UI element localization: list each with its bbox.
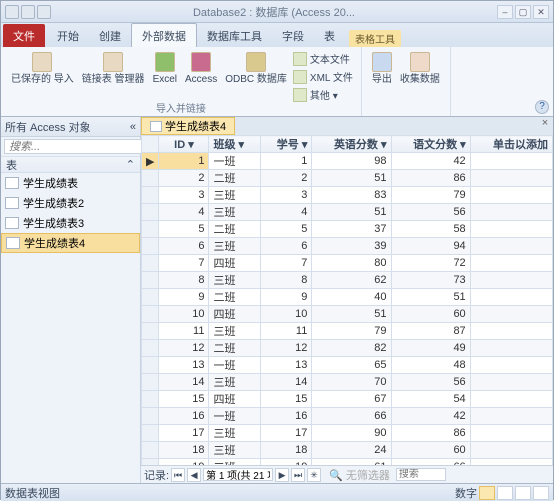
- col-header-1[interactable]: ID ▾: [159, 136, 209, 153]
- tab-external-data[interactable]: 外部数据: [131, 23, 197, 47]
- filter-indicator: 🔍 无筛选器: [329, 467, 390, 483]
- col-header-0[interactable]: [142, 136, 159, 153]
- chevron-up-icon: ⌃: [126, 158, 135, 171]
- collapse-icon[interactable]: «: [130, 121, 136, 133]
- doc-tab-active[interactable]: 学生成绩表4: [141, 117, 235, 135]
- close-button[interactable]: ✕: [533, 5, 549, 19]
- tab-create[interactable]: 创建: [89, 24, 131, 47]
- collect-data-button[interactable]: 收集数据: [396, 50, 444, 87]
- grid-search-input[interactable]: [396, 468, 446, 481]
- table-row[interactable]: 15四班156754: [142, 391, 553, 408]
- table-row[interactable]: 18三班182460: [142, 442, 553, 459]
- close-tab-button[interactable]: ×: [537, 117, 553, 135]
- table-row[interactable]: 9二班94051: [142, 289, 553, 306]
- tab-home[interactable]: 开始: [47, 24, 89, 47]
- view-datasheet-button[interactable]: [479, 486, 495, 500]
- table-row[interactable]: 11三班117987: [142, 323, 553, 340]
- nav-next-button[interactable]: ▶: [275, 468, 289, 482]
- table-row[interactable]: 3三班38379: [142, 187, 553, 204]
- nav-new-button[interactable]: ✳: [307, 468, 321, 482]
- record-position[interactable]: [203, 468, 273, 481]
- table-row[interactable]: 10四班105160: [142, 306, 553, 323]
- table-icon: [5, 217, 19, 229]
- nav-item-1[interactable]: 学生成绩表2: [1, 193, 140, 213]
- nav-prev-button[interactable]: ◀: [187, 468, 201, 482]
- col-header-3[interactable]: 学号 ▾: [261, 136, 312, 153]
- navigation-pane: 所有 Access 对象« 🔍 表⌃ 学生成绩表学生成绩表2学生成绩表3学生成绩…: [1, 117, 141, 483]
- saved-imports-button[interactable]: 已保存的 导入: [7, 50, 78, 87]
- min-button[interactable]: –: [497, 5, 513, 19]
- tab-file[interactable]: 文件: [3, 24, 45, 47]
- table-row[interactable]: 14三班147056: [142, 374, 553, 391]
- nav-category-tables[interactable]: 表⌃: [1, 157, 140, 173]
- table-row[interactable]: 4三班45156: [142, 204, 553, 221]
- max-button[interactable]: ▢: [515, 5, 531, 19]
- group-label-import: 导入并链接: [1, 100, 361, 115]
- data-grid[interactable]: ID ▾班级 ▾学号 ▾英语分数 ▾语文分数 ▾单击以添加▶1一班198422二…: [141, 135, 553, 465]
- tab-fields[interactable]: 字段: [272, 24, 314, 47]
- nav-item-2[interactable]: 学生成绩表3: [1, 213, 140, 233]
- table-row[interactable]: 7四班78072: [142, 255, 553, 272]
- nav-item-0[interactable]: 学生成绩表: [1, 173, 140, 193]
- table-row[interactable]: 8三班86273: [142, 272, 553, 289]
- window-title: Database2 : 数据库 (Access 20...: [51, 4, 497, 20]
- tab-table[interactable]: 表: [314, 24, 345, 47]
- status-view-label: 数据表视图: [5, 485, 60, 501]
- odbc-button[interactable]: ODBC 数据库: [221, 50, 291, 87]
- status-mode: 数字: [455, 485, 477, 501]
- nav-first-button[interactable]: ⏮: [171, 468, 185, 482]
- col-header-5[interactable]: 语文分数 ▾: [391, 136, 470, 153]
- qat-undo-icon[interactable]: [37, 5, 51, 19]
- access-button[interactable]: Access: [181, 50, 221, 87]
- linked-table-button[interactable]: 链接表 管理器: [78, 50, 149, 87]
- col-header-4[interactable]: 英语分数 ▾: [312, 136, 391, 153]
- record-navigator: 记录: ⏮◀ ▶⏭✳ 🔍 无筛选器: [141, 465, 553, 483]
- col-header-6[interactable]: 单击以添加: [470, 136, 552, 153]
- table-row[interactable]: 5二班53758: [142, 221, 553, 238]
- ribbon-tabs: 文件 开始 创建 外部数据 数据库工具 字段 表 表格工具: [1, 23, 553, 47]
- text-file-button[interactable]: 文本文件: [291, 50, 355, 67]
- nav-last-button[interactable]: ⏭: [291, 468, 305, 482]
- nav-item-3[interactable]: 学生成绩表4: [1, 233, 140, 253]
- table-row[interactable]: 13一班136548: [142, 357, 553, 374]
- excel-button[interactable]: Excel: [149, 50, 181, 87]
- view-design-button[interactable]: [497, 486, 513, 500]
- table-icon: [150, 121, 162, 132]
- table-icon: [6, 237, 20, 249]
- title-bar: Database2 : 数据库 (Access 20... –▢✕: [1, 1, 553, 23]
- table-row[interactable]: 2二班25186: [142, 170, 553, 187]
- app-icon: [5, 5, 19, 19]
- context-tab-group: 表格工具: [349, 30, 401, 47]
- table-icon: [5, 197, 19, 209]
- table-row[interactable]: 16一班166642: [142, 408, 553, 425]
- xml-file-button[interactable]: XML 文件: [291, 68, 355, 85]
- help-icon[interactable]: ?: [535, 100, 549, 114]
- export-button[interactable]: 导出: [368, 50, 396, 87]
- status-bar: 数据表视图 数字: [1, 483, 553, 501]
- view-pivot-button[interactable]: [533, 486, 549, 500]
- table-icon: [5, 177, 19, 189]
- table-row[interactable]: 6三班63994: [142, 238, 553, 255]
- col-header-2[interactable]: 班级 ▾: [209, 136, 261, 153]
- table-row[interactable]: 17三班179086: [142, 425, 553, 442]
- ribbon: 已保存的 导入 链接表 管理器 Excel Access ODBC 数据库 文本…: [1, 47, 553, 117]
- tab-dbtools[interactable]: 数据库工具: [197, 24, 272, 47]
- view-sql-button[interactable]: [515, 486, 531, 500]
- table-row[interactable]: ▶1一班19842: [142, 153, 553, 170]
- nav-header[interactable]: 所有 Access 对象«: [1, 117, 140, 137]
- document-tabs: 学生成绩表4 ×: [141, 117, 553, 135]
- nav-search-input[interactable]: [4, 139, 157, 154]
- table-row[interactable]: 12二班128249: [142, 340, 553, 357]
- qat-save-icon[interactable]: [21, 5, 35, 19]
